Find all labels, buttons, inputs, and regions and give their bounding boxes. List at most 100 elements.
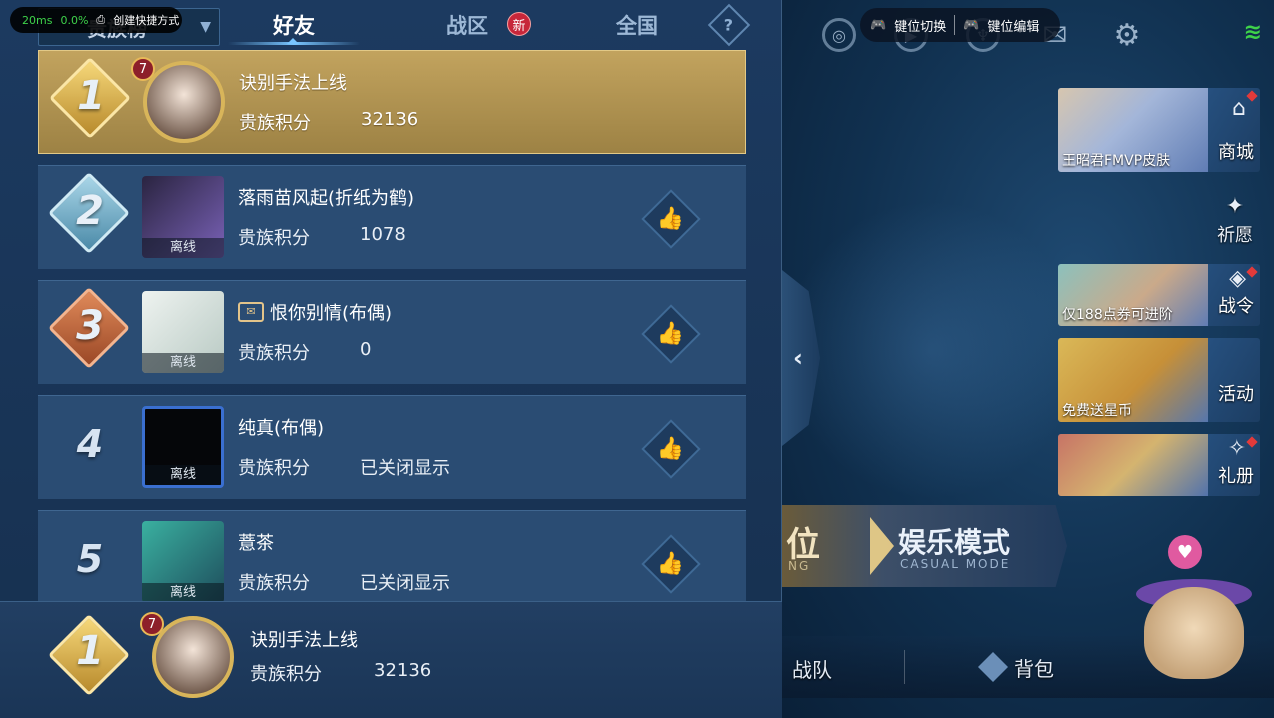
mascot-character[interactable]: ♥ bbox=[1130, 525, 1260, 685]
gift-art bbox=[1058, 434, 1208, 496]
thumbs-up-icon: 👍 bbox=[657, 436, 685, 462]
help-icon: ? bbox=[724, 15, 734, 35]
mode-arrow-icon bbox=[870, 517, 894, 575]
shortcut-icon: ⎙ bbox=[96, 13, 106, 26]
leaderboard-panel: 贵族榜 ▼ 好友 战区 新 全国 ? 20ms 0.0% ⎙ 创建快捷方式 1 … bbox=[0, 0, 782, 718]
avatar[interactable] bbox=[143, 61, 225, 143]
score-value: 已关闭显示 bbox=[360, 458, 450, 479]
rank-number: 1 bbox=[77, 73, 105, 119]
like-button[interactable]: 👍 bbox=[641, 534, 701, 594]
shop-icon: ⌂ bbox=[1232, 96, 1246, 121]
casual-mode-title: 娱乐模式 bbox=[898, 526, 1011, 559]
score-label: 贵族积分 bbox=[238, 228, 310, 249]
settings-gear-icon[interactable]: ⚙ bbox=[1110, 18, 1144, 53]
my-rank-bar: 1 7 诀别手法上线 贵族积分 32136 bbox=[0, 601, 782, 718]
score-value: 32136 bbox=[361, 109, 419, 130]
new-badge: 新 bbox=[507, 12, 531, 36]
background-glow bbox=[782, 200, 1082, 500]
avatar[interactable]: 离线 bbox=[142, 406, 224, 488]
event-caption: 免费送星币 bbox=[1062, 403, 1132, 419]
player-name: 落雨苗风起(折纸为鹤) bbox=[238, 188, 415, 209]
performance-overlay: 20ms 0.0% ⎙ 创建快捷方式 bbox=[10, 7, 182, 33]
team-button[interactable]: 战队 bbox=[792, 654, 832, 683]
create-shortcut-link[interactable]: 创建快捷方式 bbox=[113, 12, 179, 28]
loss-readout: 0.0% bbox=[60, 13, 89, 27]
bag-button[interactable]: 背包 bbox=[978, 652, 1054, 682]
mascot-body bbox=[1144, 587, 1244, 679]
shop-card[interactable]: ⌂ 王昭君FMVP皮肤 商城 bbox=[1058, 88, 1260, 172]
help-button[interactable]: ? bbox=[707, 3, 751, 47]
score-value: 1078 bbox=[360, 224, 406, 245]
player-name: 诀别手法上线 bbox=[239, 73, 347, 94]
gamepad-edit-icon: 🎮 bbox=[963, 17, 980, 33]
leaderboard-row-4[interactable]: 4 离线 纯真(布偶) 贵族积分 已关闭显示 👍 bbox=[38, 395, 746, 499]
thumbs-up-icon: 👍 bbox=[657, 551, 685, 577]
like-button[interactable]: 👍 bbox=[641, 419, 701, 479]
tab-friends[interactable]: 好友 bbox=[228, 10, 360, 40]
keymap-switch-button[interactable]: 键位切换 bbox=[894, 16, 946, 35]
bag-label: 背包 bbox=[1014, 656, 1054, 681]
shop-notification-dot bbox=[1246, 90, 1258, 102]
event-label: 活动 bbox=[1218, 384, 1254, 405]
leaderboard-row-1[interactable]: 1 7 诀别手法上线 贵族积分 32136 bbox=[38, 50, 746, 154]
wifi-signal-icon: ≋ bbox=[1243, 20, 1262, 45]
like-button[interactable]: 👍 bbox=[641, 304, 701, 364]
ranked-mode-partial-sub: NG bbox=[788, 559, 811, 573]
game-mode-banner[interactable]: 位 NG 娱乐模式 CASUAL MODE bbox=[782, 505, 1067, 587]
player-name: ✉ 恨你别情(布偶) bbox=[238, 299, 392, 325]
score-value: 0 bbox=[360, 339, 372, 360]
keymap-edit-button[interactable]: 键位编辑 bbox=[987, 16, 1039, 35]
leaderboard-row-3[interactable]: 3 离线 ✉ 恨你别情(布偶) 贵族积分 0 👍 bbox=[38, 280, 746, 384]
rank-number: 5 bbox=[76, 537, 104, 581]
keymap-divider bbox=[954, 15, 956, 35]
event-card[interactable]: 免费送星币 活动 bbox=[1058, 338, 1260, 422]
chevron-down-icon: ▼ bbox=[200, 19, 211, 35]
thumbs-up-icon: 👍 bbox=[657, 206, 685, 232]
thumbs-up-icon: 👍 bbox=[657, 321, 685, 347]
latency-readout: 20ms bbox=[22, 13, 53, 27]
my-avatar[interactable] bbox=[152, 616, 234, 698]
shop-label: 商城 bbox=[1218, 142, 1254, 163]
rank-number: 3 bbox=[76, 303, 104, 349]
avatar[interactable]: 离线 bbox=[142, 291, 224, 373]
bottom-divider bbox=[904, 650, 905, 684]
rank-number: 2 bbox=[76, 188, 104, 234]
my-noble-level-badge: 7 bbox=[140, 612, 164, 636]
player-name: 薏茶 bbox=[238, 533, 274, 554]
gift-notification-dot bbox=[1246, 436, 1258, 448]
avatar[interactable]: 离线 bbox=[142, 176, 224, 258]
my-score-value: 32136 bbox=[374, 660, 432, 681]
bag-icon bbox=[978, 652, 1008, 682]
offline-label: 离线 bbox=[142, 353, 224, 373]
wish-button[interactable]: ✦ 祈愿 bbox=[1210, 194, 1260, 247]
shop-caption: 王昭君FMVP皮肤 bbox=[1062, 153, 1171, 169]
my-name: 诀别手法上线 bbox=[250, 630, 358, 651]
wish-label: 祈愿 bbox=[1217, 225, 1253, 246]
offline-label: 离线 bbox=[142, 583, 224, 603]
wish-icon: ✦ bbox=[1225, 194, 1245, 219]
chevron-left-icon: ‹ bbox=[793, 344, 803, 372]
score-value: 已关闭显示 bbox=[360, 573, 450, 594]
leaderboard-row-5[interactable]: 5 离线 薏茶 贵族积分 已关闭显示 👍 bbox=[38, 510, 746, 614]
like-button[interactable]: 👍 bbox=[641, 189, 701, 249]
offline-label: 离线 bbox=[145, 465, 221, 485]
heart-icon: ♥ bbox=[1168, 535, 1202, 569]
my-rank-number: 1 bbox=[76, 628, 104, 674]
score-label: 贵族积分 bbox=[239, 113, 311, 134]
tab-national[interactable]: 全国 bbox=[590, 10, 684, 40]
active-tab-indicator bbox=[287, 38, 299, 44]
score-label: 贵族积分 bbox=[238, 573, 310, 594]
avatar[interactable]: 离线 bbox=[142, 521, 224, 603]
battle-pass-icon: ◈ bbox=[1229, 266, 1246, 291]
leaderboard-row-2[interactable]: 2 离线 落雨苗风起(折纸为鹤) 贵族积分 1078 👍 bbox=[38, 165, 746, 269]
relationship-icon: ✉ bbox=[238, 302, 264, 322]
rank-number: 4 bbox=[76, 422, 104, 466]
battle-pass-label: 战令 bbox=[1218, 296, 1254, 317]
tab-region[interactable]: 战区 bbox=[420, 10, 514, 40]
player-name-text: 恨你别情(布偶) bbox=[270, 303, 393, 324]
gift-card[interactable]: ✧ 礼册 bbox=[1058, 434, 1260, 496]
battle-pass-card[interactable]: ◈ 仅188点券可进阶 战令 bbox=[1058, 264, 1260, 326]
gamepad-icon: 🎮 bbox=[870, 17, 887, 33]
record-icon[interactable]: ◎ bbox=[822, 18, 856, 52]
battle-pass-notification-dot bbox=[1246, 266, 1258, 278]
